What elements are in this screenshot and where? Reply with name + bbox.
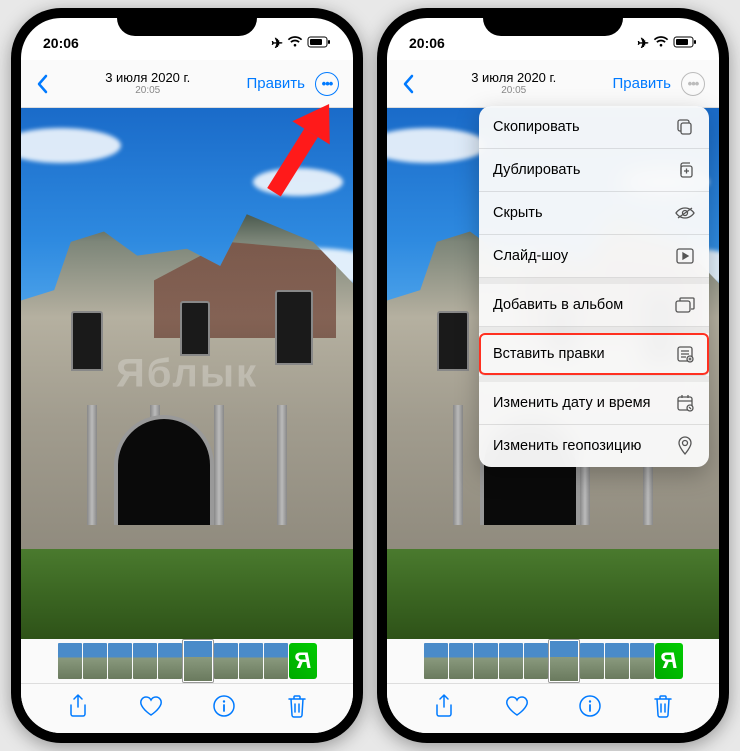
thumbnail[interactable]	[499, 643, 523, 679]
app-logo: R	[289, 643, 317, 679]
menu-change-date[interactable]: Изменить дату и время	[479, 382, 709, 425]
battery-icon	[673, 35, 697, 51]
nav-bar: 3 июля 2020 г. 20:05 Править •••	[387, 60, 719, 108]
phone-left: 20:06 ✈︎ 3 июля 2020 г. 20:05 Править ••…	[11, 8, 363, 743]
phone-right: 20:06 ✈︎ 3 июля 2020 г. 20:05 Править ••…	[377, 8, 729, 743]
battery-icon	[307, 35, 331, 51]
thumbnail[interactable]	[214, 643, 238, 679]
menu-label: Скрыть	[493, 205, 543, 221]
menu-hide[interactable]: Скрыть	[479, 192, 709, 235]
nav-time: 20:05	[105, 85, 190, 97]
menu-label: Слайд-шоу	[493, 248, 568, 264]
thumbnail[interactable]	[580, 643, 604, 679]
paste-edits-icon	[675, 344, 695, 364]
edit-button[interactable]: Править	[612, 75, 671, 92]
thumbnail[interactable]	[630, 643, 654, 679]
favorite-button[interactable]	[138, 693, 164, 719]
menu-copy[interactable]: Скопировать	[479, 106, 709, 149]
more-button[interactable]: •••	[681, 72, 705, 96]
thumbnail-active[interactable]	[183, 640, 213, 682]
thumbnail[interactable]	[158, 643, 182, 679]
nav-date: 3 июля 2020 г.	[105, 70, 190, 86]
thumbnail-active[interactable]	[549, 640, 579, 682]
thumbnail[interactable]	[58, 643, 82, 679]
menu-add-album[interactable]: Добавить в альбом	[479, 284, 709, 327]
thumbnail[interactable]	[83, 643, 107, 679]
app-logo: R	[655, 643, 683, 679]
screen: 20:06 ✈︎ 3 июля 2020 г. 20:05 Править ••…	[387, 18, 719, 733]
status-time: 20:06	[409, 35, 445, 51]
nav-title: 3 июля 2020 г. 20:05	[105, 70, 190, 98]
airplane-icon: ✈︎	[637, 35, 649, 52]
thumbnail[interactable]	[264, 643, 288, 679]
slideshow-icon	[675, 246, 695, 266]
thumbnail[interactable]	[524, 643, 548, 679]
status-indicators: ✈︎	[271, 35, 331, 52]
thumbnail-strip[interactable]: R	[21, 639, 353, 683]
wifi-icon	[287, 35, 303, 51]
menu-label: Дублировать	[493, 162, 580, 178]
thumbnail[interactable]	[449, 643, 473, 679]
nav-bar: 3 июля 2020 г. 20:05 Править •••	[21, 60, 353, 108]
share-button[interactable]	[65, 693, 91, 719]
nav-title: 3 июля 2020 г. 20:05	[471, 70, 556, 98]
watermark: Яблык	[116, 351, 258, 396]
duplicate-icon	[675, 160, 695, 180]
thumbnail[interactable]	[474, 643, 498, 679]
menu-duplicate[interactable]: Дублировать	[479, 149, 709, 192]
thumbnail[interactable]	[239, 643, 263, 679]
delete-button[interactable]	[650, 693, 676, 719]
favorite-button[interactable]	[504, 693, 530, 719]
menu-label: Изменить геопозицию	[493, 438, 641, 454]
back-button[interactable]	[401, 74, 415, 94]
status-indicators: ✈︎	[637, 35, 697, 52]
menu-label: Вставить правки	[493, 346, 605, 362]
menu-change-location[interactable]: Изменить геопозицию	[479, 425, 709, 467]
photo-viewer[interactable]: Яблык	[21, 108, 353, 639]
thumbnail[interactable]	[108, 643, 132, 679]
wifi-icon	[653, 35, 669, 51]
toolbar	[21, 683, 353, 733]
calendar-icon	[675, 393, 695, 413]
toolbar	[387, 683, 719, 733]
edit-button[interactable]: Править	[246, 75, 305, 92]
airplane-icon: ✈︎	[271, 35, 283, 52]
copy-icon	[675, 117, 695, 137]
thumbnail[interactable]	[424, 643, 448, 679]
menu-label: Скопировать	[493, 119, 580, 135]
menu-paste-edits[interactable]: Вставить правки	[479, 333, 709, 376]
share-button[interactable]	[431, 693, 457, 719]
info-button[interactable]	[577, 693, 603, 719]
notch	[117, 8, 257, 36]
more-button[interactable]: •••	[315, 72, 339, 96]
hide-icon	[675, 203, 695, 223]
menu-label: Изменить дату и время	[493, 395, 651, 411]
screen: 20:06 ✈︎ 3 июля 2020 г. 20:05 Править ••…	[21, 18, 353, 733]
back-button[interactable]	[35, 74, 49, 94]
menu-label: Добавить в альбом	[493, 297, 623, 313]
delete-button[interactable]	[284, 693, 310, 719]
thumbnail[interactable]	[133, 643, 157, 679]
location-icon	[675, 436, 695, 456]
info-button[interactable]	[211, 693, 237, 719]
status-time: 20:06	[43, 35, 79, 51]
nav-time: 20:05	[471, 85, 556, 97]
thumbnail-strip[interactable]: R	[387, 639, 719, 683]
nav-date: 3 июля 2020 г.	[471, 70, 556, 86]
album-icon	[675, 295, 695, 315]
menu-slideshow[interactable]: Слайд-шоу	[479, 235, 709, 278]
context-menu: Скопировать Дублировать Скрыть Слайд-шоу…	[479, 106, 709, 467]
thumbnail[interactable]	[605, 643, 629, 679]
notch	[483, 8, 623, 36]
